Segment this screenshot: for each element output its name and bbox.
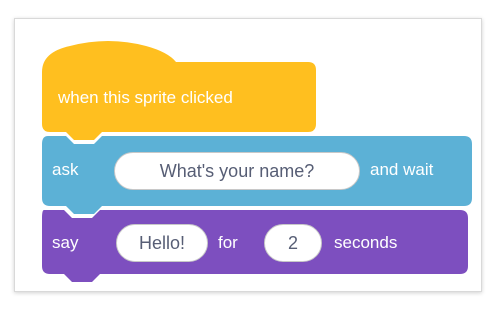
ask-question-input[interactable]: What's your name? [114, 152, 360, 190]
say-seconds-label: seconds [334, 233, 398, 252]
say-seconds-input[interactable]: 2 [264, 224, 322, 262]
say-for-label: for [218, 233, 238, 252]
ask-and-wait-label: and wait [370, 160, 434, 179]
ask-label: ask [52, 160, 79, 179]
say-message-input[interactable]: Hello! [116, 224, 208, 262]
script-stack: when this sprite clicked ask What's your… [0, 0, 492, 310]
say-block[interactable] [42, 210, 468, 282]
say-label: say [52, 233, 79, 252]
event-block-label: when this sprite clicked [58, 88, 233, 107]
